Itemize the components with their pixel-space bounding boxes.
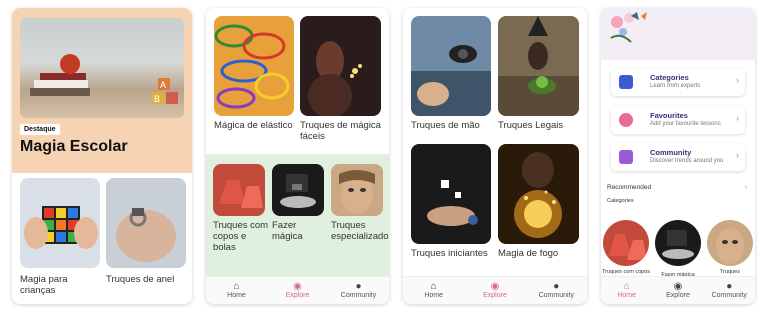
card-easy-tricks-image[interactable] xyxy=(300,16,381,116)
menu-community[interactable]: Community Discover trends around you › xyxy=(611,143,745,171)
circle-do-magic[interactable] xyxy=(655,220,701,266)
nav-explore[interactable]: ◉ Explore xyxy=(652,277,703,304)
hero-title: Magia Escolar xyxy=(20,138,128,155)
phone-screen-tricks: Truques de mão Truques Legais Truques in… xyxy=(403,8,587,304)
card-do-magic-image[interactable] xyxy=(272,164,324,216)
card-beginner-tricks-image[interactable] xyxy=(411,144,491,244)
card-kids-magic-label: Magia para crianças xyxy=(20,274,68,296)
heart-icon xyxy=(619,113,633,127)
card-fire-magic-label: Magia de fogo xyxy=(498,248,559,259)
grid-icon xyxy=(619,75,633,89)
compass-icon: ◉ xyxy=(673,281,683,292)
card-specialized-label: Truques especializados xyxy=(331,220,389,242)
compass-icon: ◉ xyxy=(293,281,302,292)
chevron-right-icon[interactable]: › xyxy=(745,184,747,191)
card-do-magic-label: Fazer mágica xyxy=(272,220,303,242)
nav-home[interactable]: ⌂ Home xyxy=(403,277,464,304)
bottom-nav: ⌂ Home ◉ Explore ● Community xyxy=(601,276,755,304)
compass-icon: ◉ xyxy=(490,281,500,292)
card-specialized-image[interactable] xyxy=(331,164,383,216)
bottom-nav: ⌂ Home ◉ Explore ● Community xyxy=(403,276,587,304)
chevron-right-icon: › xyxy=(736,113,739,123)
card-kids-magic-image[interactable] xyxy=(20,178,100,268)
home-icon: ⌂ xyxy=(623,281,630,292)
menu-favourites[interactable]: Favourites Add your favourite lessons › xyxy=(611,106,745,134)
bottom-nav: ⌂ Home ◉ Explore ● Community xyxy=(206,276,389,304)
home-icon: ⌂ xyxy=(430,281,437,292)
chevron-right-icon: › xyxy=(736,75,739,85)
people-icon xyxy=(619,150,633,164)
card-beginner-tricks-label: Truques iniciantes xyxy=(411,248,488,259)
recommended-heading: Recommended xyxy=(607,184,652,191)
circle-cups-balls[interactable] xyxy=(603,220,649,266)
card-hand-tricks-image[interactable] xyxy=(411,16,491,116)
person-icon: ● xyxy=(726,281,733,292)
nav-explore[interactable]: ◉ Explore xyxy=(464,277,525,304)
card-fire-magic-image[interactable] xyxy=(498,144,579,244)
flowers-butterfly-icon xyxy=(610,12,647,43)
card-ring-tricks-image[interactable] xyxy=(106,178,186,268)
nav-community[interactable]: ● Community xyxy=(526,277,587,304)
svg-text:B: B xyxy=(154,94,160,104)
card-cool-tricks-label: Truques Legais xyxy=(498,120,564,131)
card-ring-tricks-label: Truques de anel xyxy=(106,274,175,285)
card-hand-tricks-label: Truques de mão xyxy=(411,120,480,131)
header-decoration xyxy=(601,8,755,60)
nav-home[interactable]: ⌂ Home xyxy=(206,277,267,304)
menu-categories[interactable]: Categories Learn from experts › xyxy=(611,68,745,96)
svg-text:A: A xyxy=(160,80,166,90)
card-cool-tricks-image[interactable] xyxy=(498,16,579,116)
nav-explore[interactable]: ◉ Explore xyxy=(267,277,328,304)
home-icon: ⌂ xyxy=(233,281,240,292)
card-cups-balls-label: Truques com copos e bolas xyxy=(213,220,269,253)
nav-community[interactable]: ● Community xyxy=(704,277,755,304)
card-easy-tricks-label: Truques de mágica fáceis xyxy=(300,120,381,142)
person-icon: ● xyxy=(553,281,560,292)
featured-hero[interactable]: A B Destaque Magia Escolar xyxy=(12,8,192,173)
hero-image: A B xyxy=(20,18,184,118)
featured-badge: Destaque xyxy=(20,124,60,135)
chevron-right-icon: › xyxy=(736,150,739,160)
card-cups-balls-image[interactable] xyxy=(213,164,265,216)
categories-heading: Categories xyxy=(607,198,634,204)
nav-community[interactable]: ● Community xyxy=(328,277,389,304)
card-rubber-band-label: Mágica de elástico xyxy=(214,120,293,131)
card-rubber-band-image[interactable] xyxy=(214,16,294,116)
phone-screen-explore: Mágica de elástico Truques de mágica fác… xyxy=(206,8,389,304)
circle-specialized[interactable] xyxy=(707,220,753,266)
phone-screen-featured: A B Destaque Magia Escolar Magia para cr… xyxy=(12,8,192,304)
nav-home[interactable]: ⌂ Home xyxy=(601,277,652,304)
phone-screen-home: Categories Learn from experts › Favourit… xyxy=(601,8,755,304)
person-icon: ● xyxy=(355,281,362,292)
